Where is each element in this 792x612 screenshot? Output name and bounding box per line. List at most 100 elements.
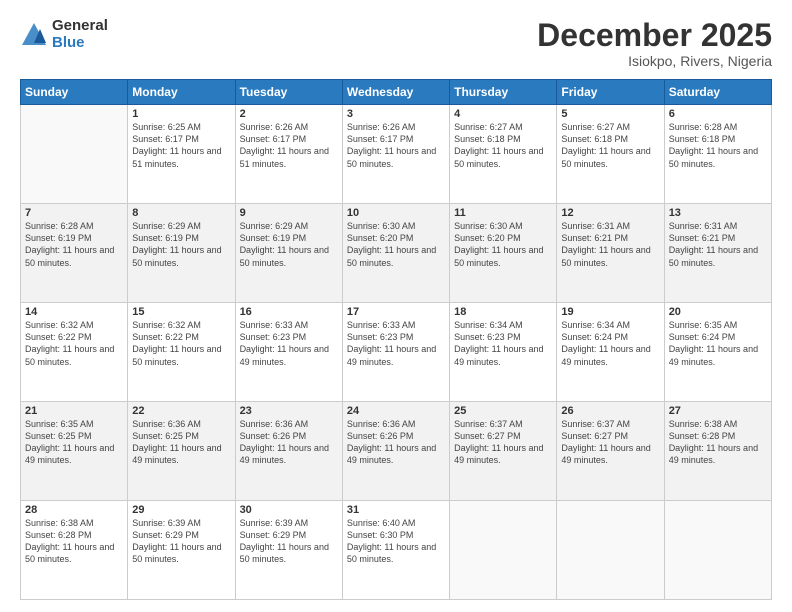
week-row-3: 14Sunrise: 6:32 AMSunset: 6:22 PMDayligh… — [21, 303, 772, 402]
day-info: Sunrise: 6:33 AMSunset: 6:23 PMDaylight:… — [240, 319, 338, 368]
day-cell: 30Sunrise: 6:39 AMSunset: 6:29 PMDayligh… — [235, 501, 342, 600]
logo-general: General — [52, 18, 108, 35]
day-number: 20 — [669, 306, 767, 318]
day-info: Sunrise: 6:37 AMSunset: 6:27 PMDaylight:… — [561, 418, 659, 467]
day-number: 8 — [132, 207, 230, 219]
day-number: 31 — [347, 504, 445, 516]
day-cell: 28Sunrise: 6:38 AMSunset: 6:28 PMDayligh… — [21, 501, 128, 600]
day-cell: 27Sunrise: 6:38 AMSunset: 6:28 PMDayligh… — [664, 402, 771, 501]
day-info: Sunrise: 6:26 AMSunset: 6:17 PMDaylight:… — [240, 121, 338, 170]
day-number: 9 — [240, 207, 338, 219]
day-number: 3 — [347, 108, 445, 120]
day-cell: 24Sunrise: 6:36 AMSunset: 6:26 PMDayligh… — [342, 402, 449, 501]
day-cell — [557, 501, 664, 600]
col-header-monday: Monday — [128, 80, 235, 105]
day-info: Sunrise: 6:39 AMSunset: 6:29 PMDaylight:… — [132, 517, 230, 566]
day-info: Sunrise: 6:38 AMSunset: 6:28 PMDaylight:… — [25, 517, 123, 566]
day-cell — [664, 501, 771, 600]
day-number: 2 — [240, 108, 338, 120]
col-header-saturday: Saturday — [664, 80, 771, 105]
day-cell: 18Sunrise: 6:34 AMSunset: 6:23 PMDayligh… — [450, 303, 557, 402]
day-info: Sunrise: 6:39 AMSunset: 6:29 PMDaylight:… — [240, 517, 338, 566]
day-info: Sunrise: 6:34 AMSunset: 6:23 PMDaylight:… — [454, 319, 552, 368]
day-cell — [21, 105, 128, 204]
day-cell: 12Sunrise: 6:31 AMSunset: 6:21 PMDayligh… — [557, 204, 664, 303]
logo-icon — [20, 21, 48, 49]
calendar-table: SundayMondayTuesdayWednesdayThursdayFrid… — [20, 79, 772, 600]
day-info: Sunrise: 6:36 AMSunset: 6:26 PMDaylight:… — [347, 418, 445, 467]
week-row-4: 21Sunrise: 6:35 AMSunset: 6:25 PMDayligh… — [21, 402, 772, 501]
day-info: Sunrise: 6:27 AMSunset: 6:18 PMDaylight:… — [454, 121, 552, 170]
day-info: Sunrise: 6:40 AMSunset: 6:30 PMDaylight:… — [347, 517, 445, 566]
day-cell: 21Sunrise: 6:35 AMSunset: 6:25 PMDayligh… — [21, 402, 128, 501]
calendar-title: December 2025 — [537, 18, 772, 53]
day-cell: 29Sunrise: 6:39 AMSunset: 6:29 PMDayligh… — [128, 501, 235, 600]
week-row-2: 7Sunrise: 6:28 AMSunset: 6:19 PMDaylight… — [21, 204, 772, 303]
day-cell: 2Sunrise: 6:26 AMSunset: 6:17 PMDaylight… — [235, 105, 342, 204]
col-header-tuesday: Tuesday — [235, 80, 342, 105]
day-cell: 15Sunrise: 6:32 AMSunset: 6:22 PMDayligh… — [128, 303, 235, 402]
day-info: Sunrise: 6:36 AMSunset: 6:26 PMDaylight:… — [240, 418, 338, 467]
day-cell: 8Sunrise: 6:29 AMSunset: 6:19 PMDaylight… — [128, 204, 235, 303]
day-number: 22 — [132, 405, 230, 417]
col-header-thursday: Thursday — [450, 80, 557, 105]
col-header-friday: Friday — [557, 80, 664, 105]
logo-blue: Blue — [52, 35, 108, 52]
day-number: 25 — [454, 405, 552, 417]
day-info: Sunrise: 6:26 AMSunset: 6:17 PMDaylight:… — [347, 121, 445, 170]
title-block: December 2025 Isiokpo, Rivers, Nigeria — [537, 18, 772, 69]
logo: General Blue — [20, 18, 108, 51]
day-info: Sunrise: 6:37 AMSunset: 6:27 PMDaylight:… — [454, 418, 552, 467]
page: General Blue December 2025 Isiokpo, Rive… — [0, 0, 792, 612]
day-info: Sunrise: 6:35 AMSunset: 6:24 PMDaylight:… — [669, 319, 767, 368]
day-number: 24 — [347, 405, 445, 417]
day-cell: 25Sunrise: 6:37 AMSunset: 6:27 PMDayligh… — [450, 402, 557, 501]
day-info: Sunrise: 6:33 AMSunset: 6:23 PMDaylight:… — [347, 319, 445, 368]
day-cell: 11Sunrise: 6:30 AMSunset: 6:20 PMDayligh… — [450, 204, 557, 303]
day-info: Sunrise: 6:30 AMSunset: 6:20 PMDaylight:… — [454, 220, 552, 269]
day-number: 19 — [561, 306, 659, 318]
day-cell: 6Sunrise: 6:28 AMSunset: 6:18 PMDaylight… — [664, 105, 771, 204]
day-info: Sunrise: 6:29 AMSunset: 6:19 PMDaylight:… — [132, 220, 230, 269]
day-cell: 31Sunrise: 6:40 AMSunset: 6:30 PMDayligh… — [342, 501, 449, 600]
day-number: 12 — [561, 207, 659, 219]
day-number: 7 — [25, 207, 123, 219]
day-number: 27 — [669, 405, 767, 417]
day-cell: 3Sunrise: 6:26 AMSunset: 6:17 PMDaylight… — [342, 105, 449, 204]
col-header-sunday: Sunday — [21, 80, 128, 105]
day-number: 16 — [240, 306, 338, 318]
day-cell: 10Sunrise: 6:30 AMSunset: 6:20 PMDayligh… — [342, 204, 449, 303]
day-info: Sunrise: 6:32 AMSunset: 6:22 PMDaylight:… — [132, 319, 230, 368]
day-number: 30 — [240, 504, 338, 516]
day-number: 11 — [454, 207, 552, 219]
day-number: 17 — [347, 306, 445, 318]
day-info: Sunrise: 6:25 AMSunset: 6:17 PMDaylight:… — [132, 121, 230, 170]
day-cell: 9Sunrise: 6:29 AMSunset: 6:19 PMDaylight… — [235, 204, 342, 303]
day-number: 6 — [669, 108, 767, 120]
week-row-5: 28Sunrise: 6:38 AMSunset: 6:28 PMDayligh… — [21, 501, 772, 600]
day-cell: 14Sunrise: 6:32 AMSunset: 6:22 PMDayligh… — [21, 303, 128, 402]
day-cell: 17Sunrise: 6:33 AMSunset: 6:23 PMDayligh… — [342, 303, 449, 402]
day-cell — [450, 501, 557, 600]
day-info: Sunrise: 6:32 AMSunset: 6:22 PMDaylight:… — [25, 319, 123, 368]
day-cell: 19Sunrise: 6:34 AMSunset: 6:24 PMDayligh… — [557, 303, 664, 402]
day-info: Sunrise: 6:38 AMSunset: 6:28 PMDaylight:… — [669, 418, 767, 467]
header: General Blue December 2025 Isiokpo, Rive… — [20, 18, 772, 69]
day-number: 14 — [25, 306, 123, 318]
day-info: Sunrise: 6:36 AMSunset: 6:25 PMDaylight:… — [132, 418, 230, 467]
day-info: Sunrise: 6:31 AMSunset: 6:21 PMDaylight:… — [669, 220, 767, 269]
day-cell: 5Sunrise: 6:27 AMSunset: 6:18 PMDaylight… — [557, 105, 664, 204]
logo-text: General Blue — [52, 18, 108, 51]
col-header-wednesday: Wednesday — [342, 80, 449, 105]
day-number: 28 — [25, 504, 123, 516]
day-number: 13 — [669, 207, 767, 219]
day-cell: 7Sunrise: 6:28 AMSunset: 6:19 PMDaylight… — [21, 204, 128, 303]
day-info: Sunrise: 6:31 AMSunset: 6:21 PMDaylight:… — [561, 220, 659, 269]
day-info: Sunrise: 6:29 AMSunset: 6:19 PMDaylight:… — [240, 220, 338, 269]
day-number: 26 — [561, 405, 659, 417]
day-info: Sunrise: 6:30 AMSunset: 6:20 PMDaylight:… — [347, 220, 445, 269]
day-number: 15 — [132, 306, 230, 318]
day-info: Sunrise: 6:35 AMSunset: 6:25 PMDaylight:… — [25, 418, 123, 467]
day-number: 1 — [132, 108, 230, 120]
day-cell: 26Sunrise: 6:37 AMSunset: 6:27 PMDayligh… — [557, 402, 664, 501]
